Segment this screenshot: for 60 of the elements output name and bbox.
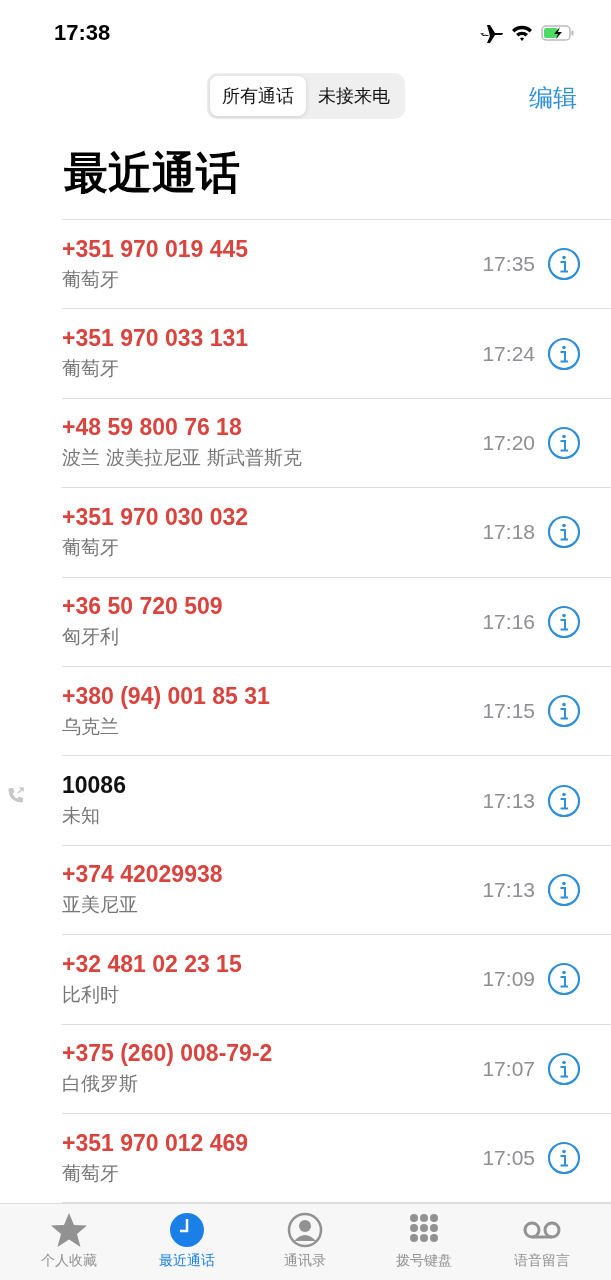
person-icon xyxy=(287,1212,324,1249)
phone-number: +374 42029938 xyxy=(62,861,224,889)
call-location: 葡萄牙 xyxy=(62,1160,120,1186)
phone-number: +380 (94) 001 85 31 xyxy=(62,682,271,710)
page-title: 最近通话 xyxy=(63,146,241,200)
call-location: 白俄罗斯 xyxy=(62,1071,139,1097)
phone-number: +48 59 800 76 18 xyxy=(62,414,243,442)
call-location: 乌克兰 xyxy=(62,713,120,739)
info-icon[interactable] xyxy=(547,1051,581,1086)
phone-number: +36 50 720 509 xyxy=(62,593,224,621)
tab-bar-item[interactable]: 拨号键盘 xyxy=(368,1212,479,1280)
phone-number: +32 481 02 23 15 xyxy=(62,950,243,978)
call-location: 葡萄牙 xyxy=(62,534,120,560)
info-icon[interactable] xyxy=(547,962,581,997)
battery-icon xyxy=(541,24,575,42)
info-icon[interactable] xyxy=(547,783,581,818)
tab-bar-item[interactable]: 通讯录 xyxy=(250,1212,361,1280)
phone-number: +351 970 019 445 xyxy=(62,235,250,263)
call-location: 亚美尼亚 xyxy=(62,892,139,918)
call-time: 17:09 xyxy=(482,967,535,992)
phone-number: +351 970 033 131 xyxy=(62,325,250,353)
tab-bar-item[interactable]: 语音留言 xyxy=(486,1212,597,1280)
call-time: 17:15 xyxy=(482,699,535,724)
call-time: 17:16 xyxy=(482,609,535,634)
phone-number: +351 970 030 032 xyxy=(62,503,250,531)
call-time: 17:05 xyxy=(482,1146,535,1171)
info-icon[interactable] xyxy=(547,247,581,282)
call-time: 17:13 xyxy=(482,877,535,902)
edit-button[interactable]: 编辑 xyxy=(525,78,581,118)
call-location: 波兰 波美拉尼亚 斯武普斯克 xyxy=(62,445,304,471)
phone-number: +351 970 012 469 xyxy=(62,1129,250,1157)
phone-number: 10086 xyxy=(62,772,127,800)
info-icon[interactable] xyxy=(547,515,581,550)
call-location: 未知 xyxy=(62,803,101,829)
status-time: 17:38 xyxy=(54,20,111,46)
call-location: 葡萄牙 xyxy=(62,266,120,292)
call-location: 葡萄牙 xyxy=(62,356,120,382)
airplane-icon xyxy=(479,23,503,43)
info-icon[interactable] xyxy=(547,336,581,371)
star-icon xyxy=(49,1212,90,1249)
info-icon[interactable] xyxy=(547,694,581,729)
segment-tab[interactable]: 未接来电 xyxy=(305,76,402,116)
tab-bar-item[interactable]: 最近通话 xyxy=(132,1212,243,1280)
info-icon[interactable] xyxy=(547,425,581,460)
info-icon[interactable] xyxy=(547,872,581,907)
call-time: 17:18 xyxy=(482,520,535,545)
call-location: 比利时 xyxy=(62,981,120,1007)
wifi-icon xyxy=(511,24,533,42)
call-time: 17:24 xyxy=(482,341,535,366)
info-icon[interactable] xyxy=(547,604,581,639)
call-time: 17:35 xyxy=(482,252,535,277)
call-time: 17:07 xyxy=(482,1056,535,1081)
clock-icon xyxy=(169,1212,206,1249)
info-icon[interactable] xyxy=(547,1141,581,1176)
call-location: 匈牙利 xyxy=(62,624,120,650)
call-time: 17:20 xyxy=(482,430,535,455)
phone-number: +375 (260) 008-79-2 xyxy=(62,1040,274,1068)
call-time: 17:13 xyxy=(482,788,535,813)
tab-bar-item[interactable]: 个人收藏 xyxy=(14,1212,125,1280)
segment-tab[interactable]: 所有通话 xyxy=(209,76,306,116)
